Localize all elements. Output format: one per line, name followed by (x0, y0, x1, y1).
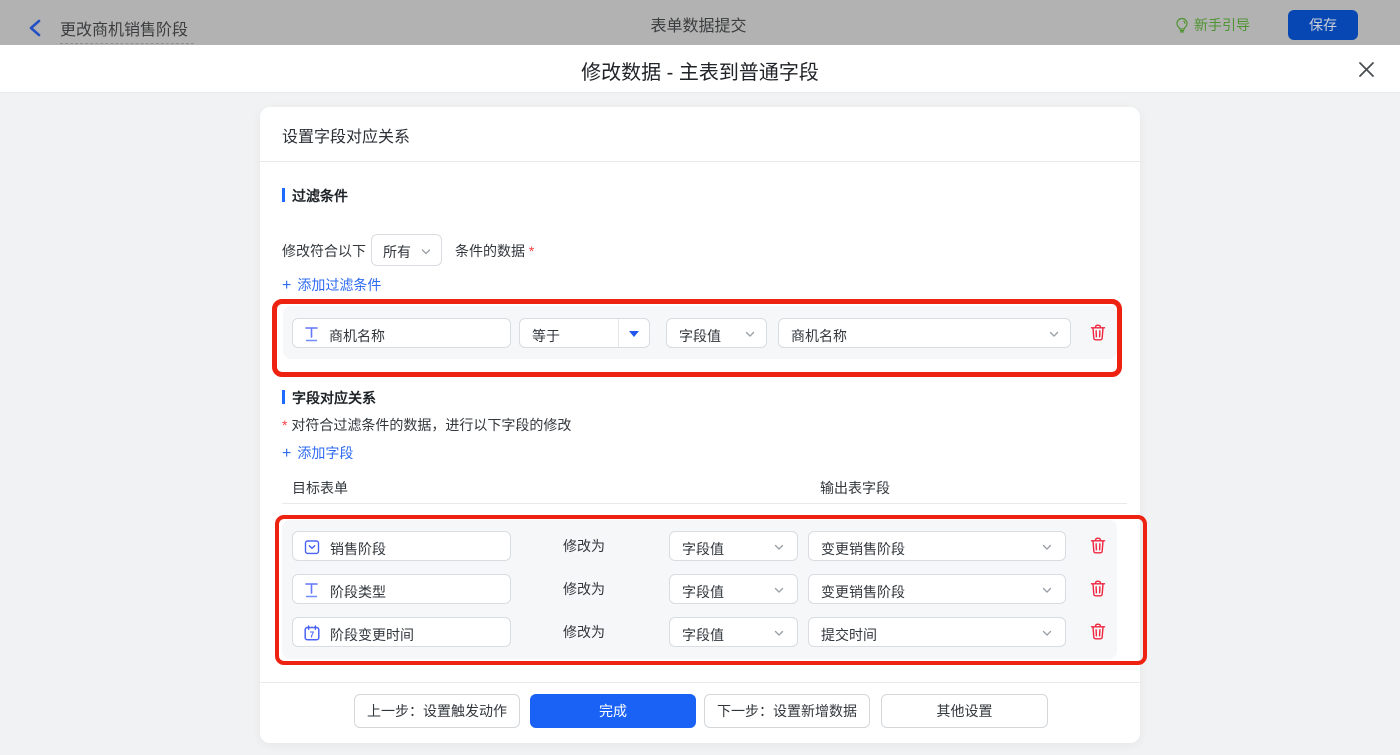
svg-text:7: 7 (310, 631, 315, 640)
